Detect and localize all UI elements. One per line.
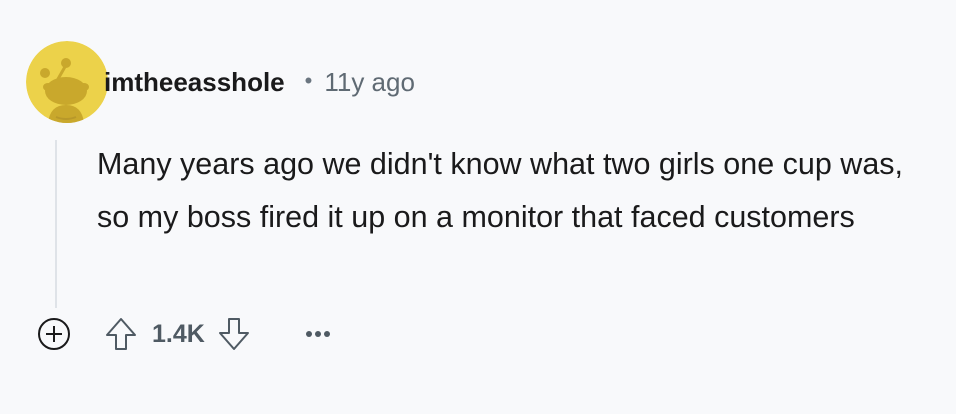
meta-separator: • <box>304 68 313 93</box>
reddit-snoo-avatar-icon <box>26 41 108 123</box>
downvote-arrow-icon <box>218 318 249 350</box>
thread-line[interactable] <box>55 140 57 308</box>
upvote-button[interactable] <box>104 316 138 352</box>
more-options-icon <box>305 331 330 337</box>
expand-button[interactable] <box>36 316 72 352</box>
upvote-arrow-icon <box>106 318 136 350</box>
comment-text: Many years ago we didn't know what two g… <box>97 147 904 234</box>
vote-score: 1.4K <box>152 319 205 348</box>
timestamp[interactable]: 11y ago <box>324 67 415 98</box>
username[interactable]: imtheeasshole <box>104 67 285 98</box>
comment-body: Many years ago we didn't know what two g… <box>97 138 927 244</box>
comment-actions: 1.4K <box>36 314 331 354</box>
downvote-button[interactable] <box>217 316 251 352</box>
comment: imtheeasshole • 11y ago Many years ago w… <box>0 0 956 414</box>
avatar[interactable] <box>26 41 108 123</box>
comment-meta: imtheeasshole • 11y ago <box>104 64 415 100</box>
plus-circle-icon <box>38 318 70 350</box>
more-options-button[interactable] <box>305 329 331 339</box>
